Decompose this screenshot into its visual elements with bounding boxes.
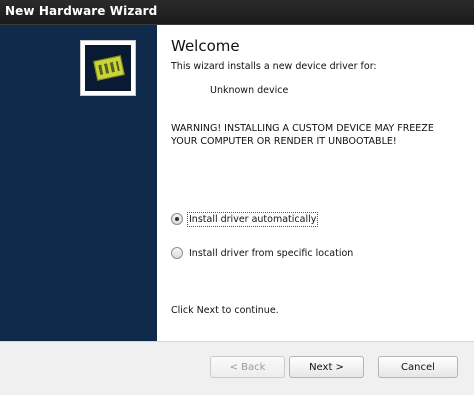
- wizard-button-bar: < Back Next > Cancel: [0, 341, 474, 395]
- continue-instruction: Click Next to continue.: [171, 305, 279, 316]
- radio-install-from-location[interactable]: Install driver from specific location: [171, 247, 353, 259]
- back-button[interactable]: < Back: [210, 356, 285, 378]
- wizard-side-panel: [0, 25, 157, 341]
- intro-text: This wizard installs a new device driver…: [171, 61, 377, 72]
- new-hardware-wizard-window: New Hardware Wizard Welcome This wizard …: [0, 0, 474, 395]
- window-title: New Hardware Wizard: [5, 4, 158, 18]
- wizard-client-area: Welcome This wizard installs a new devic…: [0, 25, 474, 395]
- radio-install-automatically[interactable]: Install driver automatically: [171, 211, 319, 227]
- cancel-button[interactable]: Cancel: [378, 356, 458, 378]
- memory-chip-graphic: [93, 55, 125, 81]
- next-button[interactable]: Next >: [289, 356, 364, 378]
- wizard-content: Welcome This wizard installs a new devic…: [157, 25, 474, 341]
- radio-label-install-automatically[interactable]: Install driver automatically: [186, 211, 319, 227]
- device-name: Unknown device: [210, 85, 289, 96]
- warning-text-line-1: WARNING! INSTALLING A CUSTOM DEVICE MAY …: [171, 123, 434, 134]
- radio-button-unselected[interactable]: [171, 247, 183, 259]
- page-title: Welcome: [171, 37, 240, 55]
- warning-text-line-2: YOUR COMPUTER OR RENDER IT UNBOOTABLE!: [171, 136, 397, 147]
- chip-icon-background: [85, 45, 131, 91]
- radio-label-install-from-location[interactable]: Install driver from specific location: [189, 248, 353, 259]
- radio-button-selected[interactable]: [171, 213, 183, 225]
- title-bar[interactable]: New Hardware Wizard: [0, 0, 474, 25]
- hardware-chip-icon: [80, 40, 136, 96]
